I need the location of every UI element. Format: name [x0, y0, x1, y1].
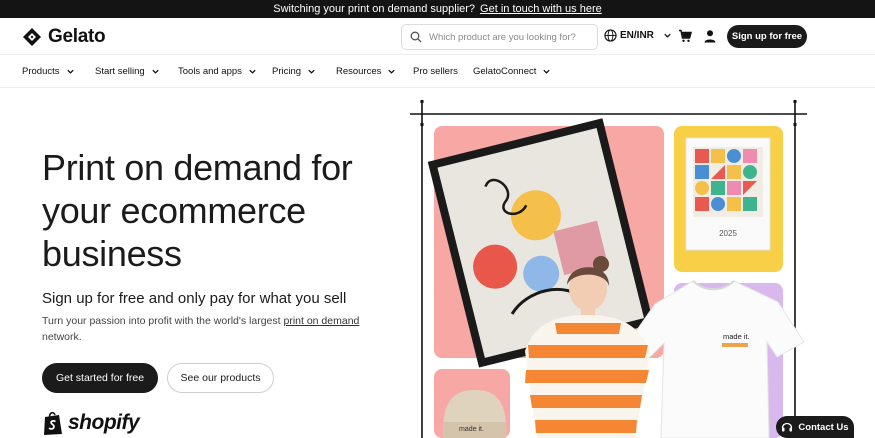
nav-item-label: Tools and apps [178, 66, 242, 77]
logo[interactable]: Gelato [22, 26, 106, 48]
contact-us-label: Contact Us [798, 421, 849, 433]
product-collage: 2025 made it. made it. [410, 100, 807, 438]
print-on-demand-link[interactable]: print on demand [283, 315, 359, 327]
search-input[interactable] [429, 31, 589, 43]
shopify-wordmark: shopify [68, 411, 140, 434]
tshirt-print-text: made it. [723, 332, 750, 341]
top-banner: Switching your print on demand supplier?… [0, 0, 875, 18]
signup-button[interactable]: Sign up for free [727, 25, 807, 48]
chevron-down-icon [151, 69, 159, 74]
nav-item-label: Products [22, 66, 60, 77]
cart-button[interactable] [678, 29, 692, 48]
nav-item-label: Start selling [95, 66, 145, 77]
calendar-product: 2025 [685, 137, 771, 251]
account-button[interactable] [703, 29, 717, 48]
beanie-print-text: made it. [459, 426, 484, 433]
contact-us-button[interactable]: Contact Us [776, 416, 854, 438]
search-icon [410, 31, 422, 43]
site-header: Gelato EN/INR Sign up f [0, 18, 875, 55]
banner-text: Switching your print on demand supplier? [273, 3, 476, 15]
hero-subtitle: Sign up for free and only pay for what y… [42, 290, 347, 307]
nav-item-tools-and-apps[interactable]: Tools and apps [178, 66, 257, 77]
chevron-down-icon [308, 69, 315, 74]
chevron-down-icon [664, 33, 671, 38]
hero-title: Print on demand for your ecommerce busin… [42, 147, 353, 274]
nav-item-resources[interactable]: Resources [336, 66, 396, 77]
cart-icon [679, 29, 692, 42]
get-started-button[interactable]: Get started for free [42, 363, 158, 393]
nav-item-pro-sellers[interactable]: Pro sellers [413, 66, 458, 77]
chevron-down-icon [388, 69, 396, 74]
language-label: EN/INR [620, 30, 654, 41]
banner-link[interactable]: Get in touch with us here [480, 3, 602, 15]
headset-icon [782, 422, 793, 432]
nav-item-start-selling[interactable]: Start selling [95, 66, 160, 77]
calendar-year: 2025 [719, 229, 737, 238]
brand-name: Gelato [48, 26, 106, 47]
nav-item-label: GelatoConnect [473, 66, 537, 77]
shopify-bag-icon [44, 411, 62, 435]
see-products-button[interactable]: See our products [167, 363, 274, 393]
chevron-down-icon [66, 69, 74, 74]
user-icon [704, 30, 716, 43]
gelato-logo-icon [23, 28, 41, 46]
nav-item-products[interactable]: Products [22, 66, 75, 77]
hero-description-end: network. [42, 330, 82, 343]
search-bar[interactable] [401, 24, 598, 50]
main-nav: Products Start selling Tools and apps Pr… [0, 55, 875, 88]
shopify-logo: shopify [42, 410, 140, 436]
chevron-down-icon [249, 69, 256, 74]
language-selector[interactable]: EN/INR [604, 29, 672, 42]
chevron-down-icon [543, 69, 551, 74]
nav-item-label: Pro sellers [413, 66, 458, 77]
hero-description-start: Turn your passion into profit with the w… [42, 315, 284, 327]
globe-icon [604, 29, 617, 42]
nav-item-pricing[interactable]: Pricing [272, 66, 316, 77]
nav-item-label: Pricing [272, 66, 302, 77]
nav-item-label: Resources [336, 66, 382, 77]
nav-item-gelatoconnect[interactable]: GelatoConnect [473, 66, 551, 77]
hero-description: Turn your passion into profit with the w… [42, 314, 362, 345]
